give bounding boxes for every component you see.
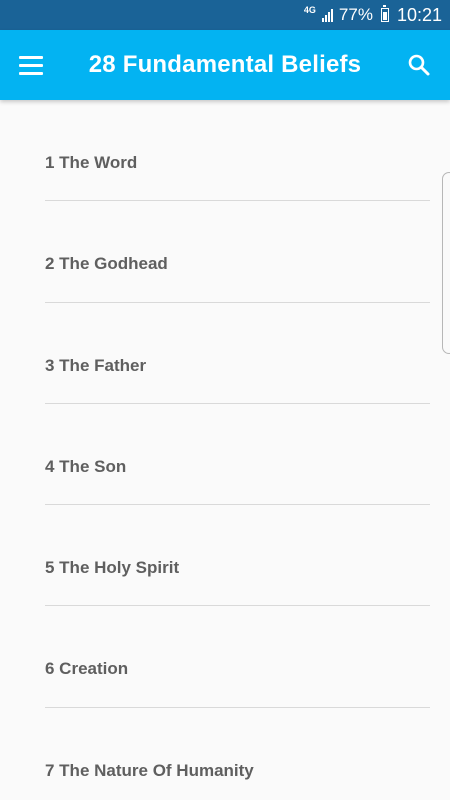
- list-item-the-godhead[interactable]: 2 The Godhead: [45, 201, 430, 303]
- search-icon[interactable]: [388, 30, 450, 100]
- app-bar: 28 Fundamental Beliefs: [0, 30, 450, 100]
- scroll-handle[interactable]: [442, 172, 450, 354]
- list-item-label: 5 The Holy Spirit: [45, 558, 180, 578]
- page-title: 28 Fundamental Beliefs: [88, 51, 362, 78]
- battery-icon: [380, 5, 389, 22]
- clock-time: 10:21: [396, 4, 442, 25]
- battery-percent: 77%: [338, 5, 373, 24]
- beliefs-list: 1 The Word 2 The Godhead 3 The Father 4 …: [45, 100, 430, 800]
- list-item-the-word[interactable]: 1 The Word: [45, 100, 430, 202]
- list-item-label: 2 The Godhead: [45, 254, 168, 274]
- list-item-label: 7 The Nature Of Humanity: [45, 760, 254, 780]
- list-item-label: 4 The Son: [45, 456, 127, 476]
- list-item-the-holy-spirit[interactable]: 5 The Holy Spirit: [45, 505, 430, 607]
- list-item-label: 1 The Word: [45, 153, 138, 172]
- hamburger-menu-icon[interactable]: [0, 30, 62, 100]
- list-item-label: 6 Creation: [45, 659, 129, 679]
- list-item-the-father[interactable]: 3 The Father: [45, 303, 430, 404]
- list-item-nature-of-humanity[interactable]: 7 The Nature Of Humanity: [45, 708, 430, 800]
- list-item-the-son[interactable]: 4 The Son: [45, 404, 430, 506]
- list-item-creation[interactable]: 6 Creation: [45, 606, 430, 708]
- network-4g-icon: 4G: [303, 5, 316, 15]
- status-bar: 4G 77% 10:21: [0, 0, 450, 30]
- signal-icon: [321, 8, 333, 22]
- list-item-label: 3 The Father: [45, 355, 147, 375]
